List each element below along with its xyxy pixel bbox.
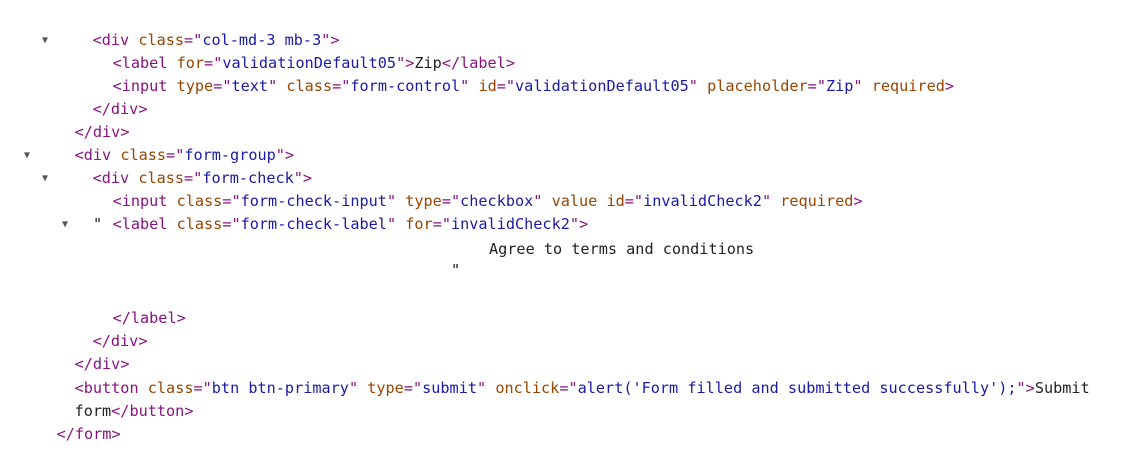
dom-node-row[interactable]: </div> bbox=[56, 307, 148, 350]
tag-bracket: > bbox=[138, 100, 148, 118]
attribute-name: required bbox=[871, 77, 945, 95]
equals-quote: =" bbox=[213, 77, 232, 95]
attribute-name: class bbox=[286, 77, 333, 95]
expand-triangle-icon[interactable]: ▼ bbox=[42, 167, 48, 190]
dom-node-row[interactable]: ▼ <div class="col-md-3 mb-3"> bbox=[42, 6, 340, 49]
tag-bracket: </ bbox=[56, 425, 75, 443]
equals-quote: =" bbox=[403, 379, 423, 397]
attribute-name: type bbox=[176, 77, 214, 95]
tag-name: form bbox=[74, 425, 112, 443]
dom-node-row[interactable]: <input class="form-check-input" type="ch… bbox=[76, 167, 863, 210]
tag-bracket: > bbox=[944, 77, 955, 95]
attribute-value: submit bbox=[422, 379, 477, 397]
attribute-value: invalidCheck2 bbox=[450, 215, 570, 233]
node-text: Submit bbox=[1034, 379, 1090, 397]
dom-node-row[interactable]: ▼ <label class="form-check-label" for="in… bbox=[62, 190, 588, 233]
attribute-name: required bbox=[780, 192, 854, 210]
elements-tree: ▼ <div class="col-md-3 mb-3"> <label for=… bbox=[0, 0, 1141, 443]
dom-node-row[interactable]: <label for="validationDefault05">Zip</la… bbox=[76, 29, 515, 72]
equals-quote: =" bbox=[807, 77, 826, 95]
attribute-name: id bbox=[478, 77, 497, 95]
attribute-name: class bbox=[176, 215, 223, 233]
text-node-quote: " bbox=[93, 215, 103, 233]
attribute-value: validationDefault05 bbox=[515, 77, 689, 95]
text-node-content[interactable]: Agree to terms and conditions bbox=[489, 238, 754, 261]
dom-node-row[interactable]: form</button> bbox=[38, 377, 194, 420]
tag-bracket: > bbox=[111, 425, 121, 443]
quote: " bbox=[688, 77, 698, 95]
tag-bracket: > bbox=[853, 192, 863, 210]
attribute-name: placeholder bbox=[707, 77, 808, 95]
attribute-name: for bbox=[405, 215, 433, 233]
dom-node-row[interactable]: ▼ <div class="form-group"> bbox=[24, 121, 294, 164]
attribute-value: Zip bbox=[825, 77, 854, 95]
attribute-value: form-control bbox=[350, 77, 461, 95]
expand-triangle-icon[interactable]: ▼ bbox=[62, 213, 68, 236]
attribute-value: invalidCheck2 bbox=[643, 192, 762, 210]
dom-node-row[interactable]: ▼ <div class="form-check"> bbox=[42, 144, 312, 187]
equals-quote: =" bbox=[624, 192, 644, 210]
dom-node-row[interactable]: <input type="text" class="form-control" … bbox=[76, 52, 954, 95]
equals-quote: =" bbox=[559, 379, 578, 397]
attribute-value: form-check-label bbox=[240, 215, 387, 233]
tag-name: label bbox=[121, 215, 168, 233]
tag-name: button bbox=[129, 402, 185, 420]
dom-node-row[interactable]: <button class="btn btn-primary" type="su… bbox=[38, 354, 1090, 397]
dom-node-row[interactable]: </label> bbox=[76, 284, 186, 327]
equals-quote: =" bbox=[222, 215, 241, 233]
quote: " bbox=[386, 215, 397, 233]
attribute-name: onclick bbox=[495, 379, 560, 397]
tag-bracket: > bbox=[176, 309, 186, 327]
dom-node-row[interactable]: </div> bbox=[38, 330, 130, 373]
dom-node-row[interactable]: </div> bbox=[38, 98, 130, 141]
tag-bracket: > bbox=[184, 402, 194, 420]
equals-quote: =" bbox=[332, 77, 351, 95]
expand-triangle-icon[interactable]: ▼ bbox=[42, 29, 48, 52]
equals-quote: =" bbox=[432, 215, 451, 233]
attribute-name: id bbox=[606, 192, 625, 210]
equals-quote: =" bbox=[193, 379, 212, 397]
quote: " bbox=[853, 77, 863, 95]
quote: " bbox=[477, 379, 487, 397]
dom-node-row[interactable]: </form> bbox=[20, 400, 121, 443]
text-node-quote: " bbox=[451, 261, 461, 279]
tag-bracket: "> bbox=[569, 215, 589, 233]
attribute-name: type bbox=[367, 379, 404, 397]
tag-bracket: > bbox=[138, 332, 148, 350]
expand-triangle-icon[interactable]: ▼ bbox=[24, 144, 30, 167]
tag-bracket: "> bbox=[1016, 379, 1035, 397]
quote: " bbox=[348, 379, 359, 397]
dom-node-row[interactable]: </div> bbox=[56, 75, 148, 118]
quote: " bbox=[761, 192, 772, 210]
tag-bracket: < bbox=[112, 215, 122, 233]
quote: " bbox=[268, 77, 278, 95]
attribute-value: alert('Form filled and submitted success… bbox=[577, 379, 1017, 397]
equals-quote: =" bbox=[496, 77, 516, 95]
attribute-value: text bbox=[231, 77, 269, 95]
quote: " bbox=[460, 77, 470, 95]
attribute-value: btn btn-primary bbox=[211, 379, 349, 397]
